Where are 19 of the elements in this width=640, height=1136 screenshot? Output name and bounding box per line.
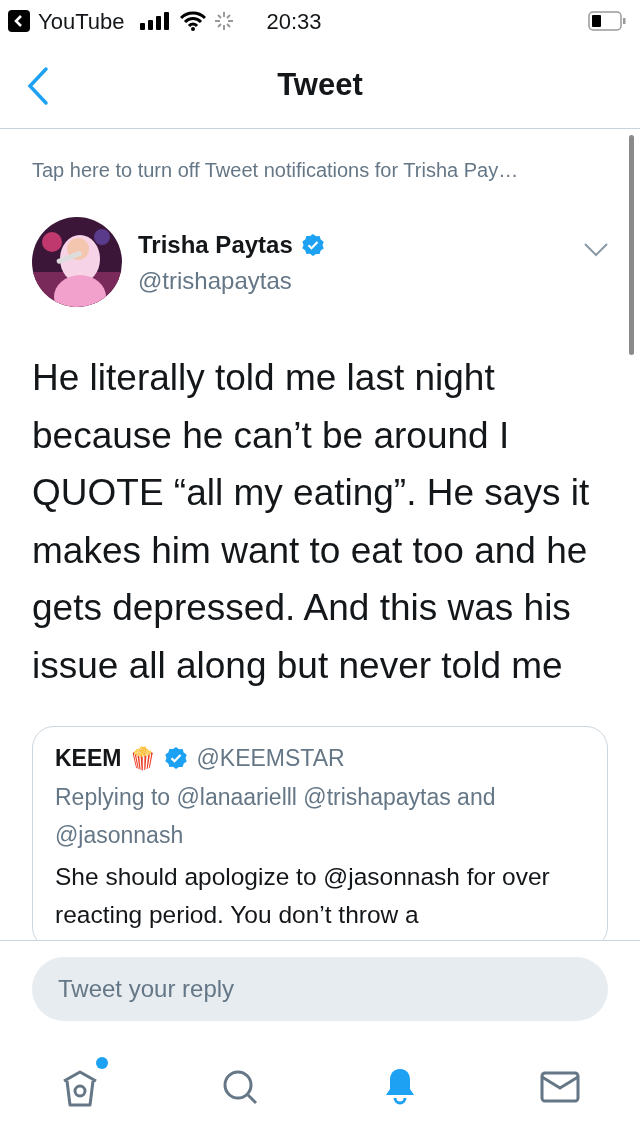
wifi-icon [180, 11, 207, 31]
chevron-down-icon[interactable] [584, 243, 608, 257]
back-app-link[interactable]: YouTube [38, 4, 125, 38]
quoted-author-name: KEEM [55, 744, 122, 773]
back-icon[interactable] [26, 66, 50, 106]
quoted-author-handle: @KEEMSTAR [196, 744, 345, 773]
battery-icon [588, 11, 626, 31]
quoted-tweet-text: She should apologize to @jasonnash for over reacting period. You don’t throw a [55, 861, 551, 930]
author-name: Trisha Paytas [138, 230, 293, 260]
status-time: 20:33 [266, 7, 322, 36]
author-handle: @trishapaytas [138, 266, 293, 296]
reply-field[interactable]: Tweet your reply [32, 957, 608, 1021]
tweet-text: He literally told me last night because he can’t be around I QUOTE “all my eating”. He says it makes him want to eat too and he gets depressed. And this was his issue all along but never told me [31, 356, 591, 688]
back-app-icon[interactable] [8, 10, 30, 32]
replying-to-text: Replying to @lanaarielll @trishapaytas and @jasonnash [55, 782, 497, 850]
notification-banner[interactable]: Tap here to turn off Tweet notifications for Trisha Pay… [0, 129, 640, 207]
activity-spinner-icon [214, 11, 235, 31]
screen-title: Tweet [277, 65, 363, 104]
popcorn-emoji: 🍿 [129, 744, 157, 773]
